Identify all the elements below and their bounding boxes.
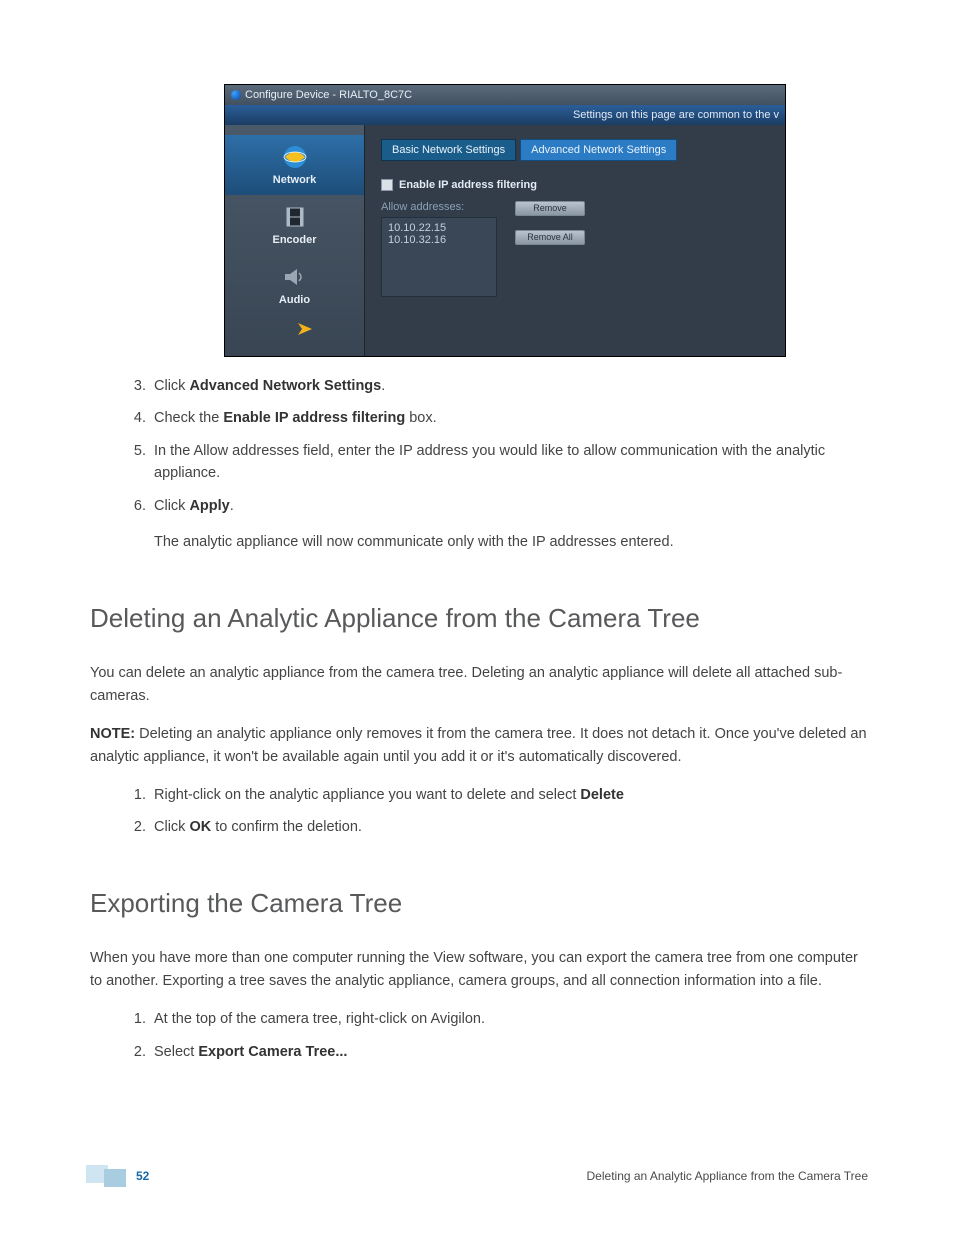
step-6: Click Apply. The analytic appliance will… (150, 495, 868, 554)
sidebar-item-label: Encoder (272, 234, 316, 246)
tab-basic-network[interactable]: Basic Network Settings (381, 139, 516, 161)
ordered-steps-c: At the top of the camera tree, right-cli… (90, 1008, 868, 1063)
ip-entry[interactable]: 10.10.32.16 (388, 234, 490, 246)
sidebar-item-label: Network (273, 174, 316, 186)
remove-button[interactable]: Remove (515, 201, 585, 216)
step-3: Click Advanced Network Settings. (150, 375, 868, 397)
content-panel: Basic Network Settings Advanced Network … (365, 125, 785, 356)
globe-icon (280, 144, 310, 170)
para-note: NOTE: Deleting an analytic appliance onl… (90, 723, 868, 768)
sidebar: Network Encoder Audio (225, 125, 365, 356)
para-delete-intro: You can delete an analytic appliance fro… (90, 662, 868, 707)
step-b1: Right-click on the analytic appliance yo… (150, 784, 868, 806)
ip-entry[interactable]: 10.10.22.15 (388, 222, 490, 234)
enable-ip-filtering-label: Enable IP address filtering (399, 179, 537, 191)
window-title-bar: Configure Device - RIALTO_8C7C (225, 85, 785, 105)
remove-all-button[interactable]: Remove All (515, 230, 585, 245)
screenshot-figure: Configure Device - RIALTO_8C7C Settings … (224, 84, 786, 357)
page-footer: 52 Deleting an Analytic Appliance from t… (0, 1169, 954, 1183)
speaker-icon (280, 264, 310, 290)
tab-advanced-network[interactable]: Advanced Network Settings (520, 139, 677, 161)
sidebar-item-audio[interactable]: Audio (225, 255, 364, 315)
heading-exporting: Exporting the Camera Tree (90, 883, 868, 923)
page-number: 52 (136, 1169, 149, 1183)
step-6-followup: The analytic appliance will now communic… (154, 531, 868, 553)
step-4: Check the Enable IP address filtering bo… (150, 407, 868, 429)
arrow-icon (225, 315, 364, 337)
para-export-intro: When you have more than one computer run… (90, 947, 868, 992)
allow-addresses-field[interactable]: 10.10.22.15 10.10.32.16 (381, 217, 497, 297)
step-c2: Select Export Camera Tree... (150, 1041, 868, 1063)
step-b2: Click OK to confirm the deletion. (150, 816, 868, 838)
info-banner-text: Settings on this page are common to the … (573, 109, 779, 121)
film-icon (280, 204, 310, 230)
window-title: Configure Device - RIALTO_8C7C (245, 89, 412, 101)
heading-deleting: Deleting an Analytic Appliance from the … (90, 598, 868, 638)
app-icon (231, 90, 241, 100)
footer-title: Deleting an Analytic Appliance from the … (587, 1169, 868, 1183)
step-5: In the Allow addresses field, enter the … (150, 440, 868, 485)
sidebar-item-encoder[interactable]: Encoder (225, 195, 364, 255)
sidebar-item-label: Audio (279, 294, 310, 306)
sidebar-item-network[interactable]: Network (225, 135, 364, 195)
ordered-steps-a: Click Advanced Network Settings. Check t… (90, 375, 868, 554)
step-c1: At the top of the camera tree, right-cli… (150, 1008, 868, 1030)
info-banner: Settings on this page are common to the … (225, 105, 785, 125)
enable-ip-filtering-checkbox[interactable] (381, 179, 393, 191)
ordered-steps-b: Right-click on the analytic appliance yo… (90, 784, 868, 839)
